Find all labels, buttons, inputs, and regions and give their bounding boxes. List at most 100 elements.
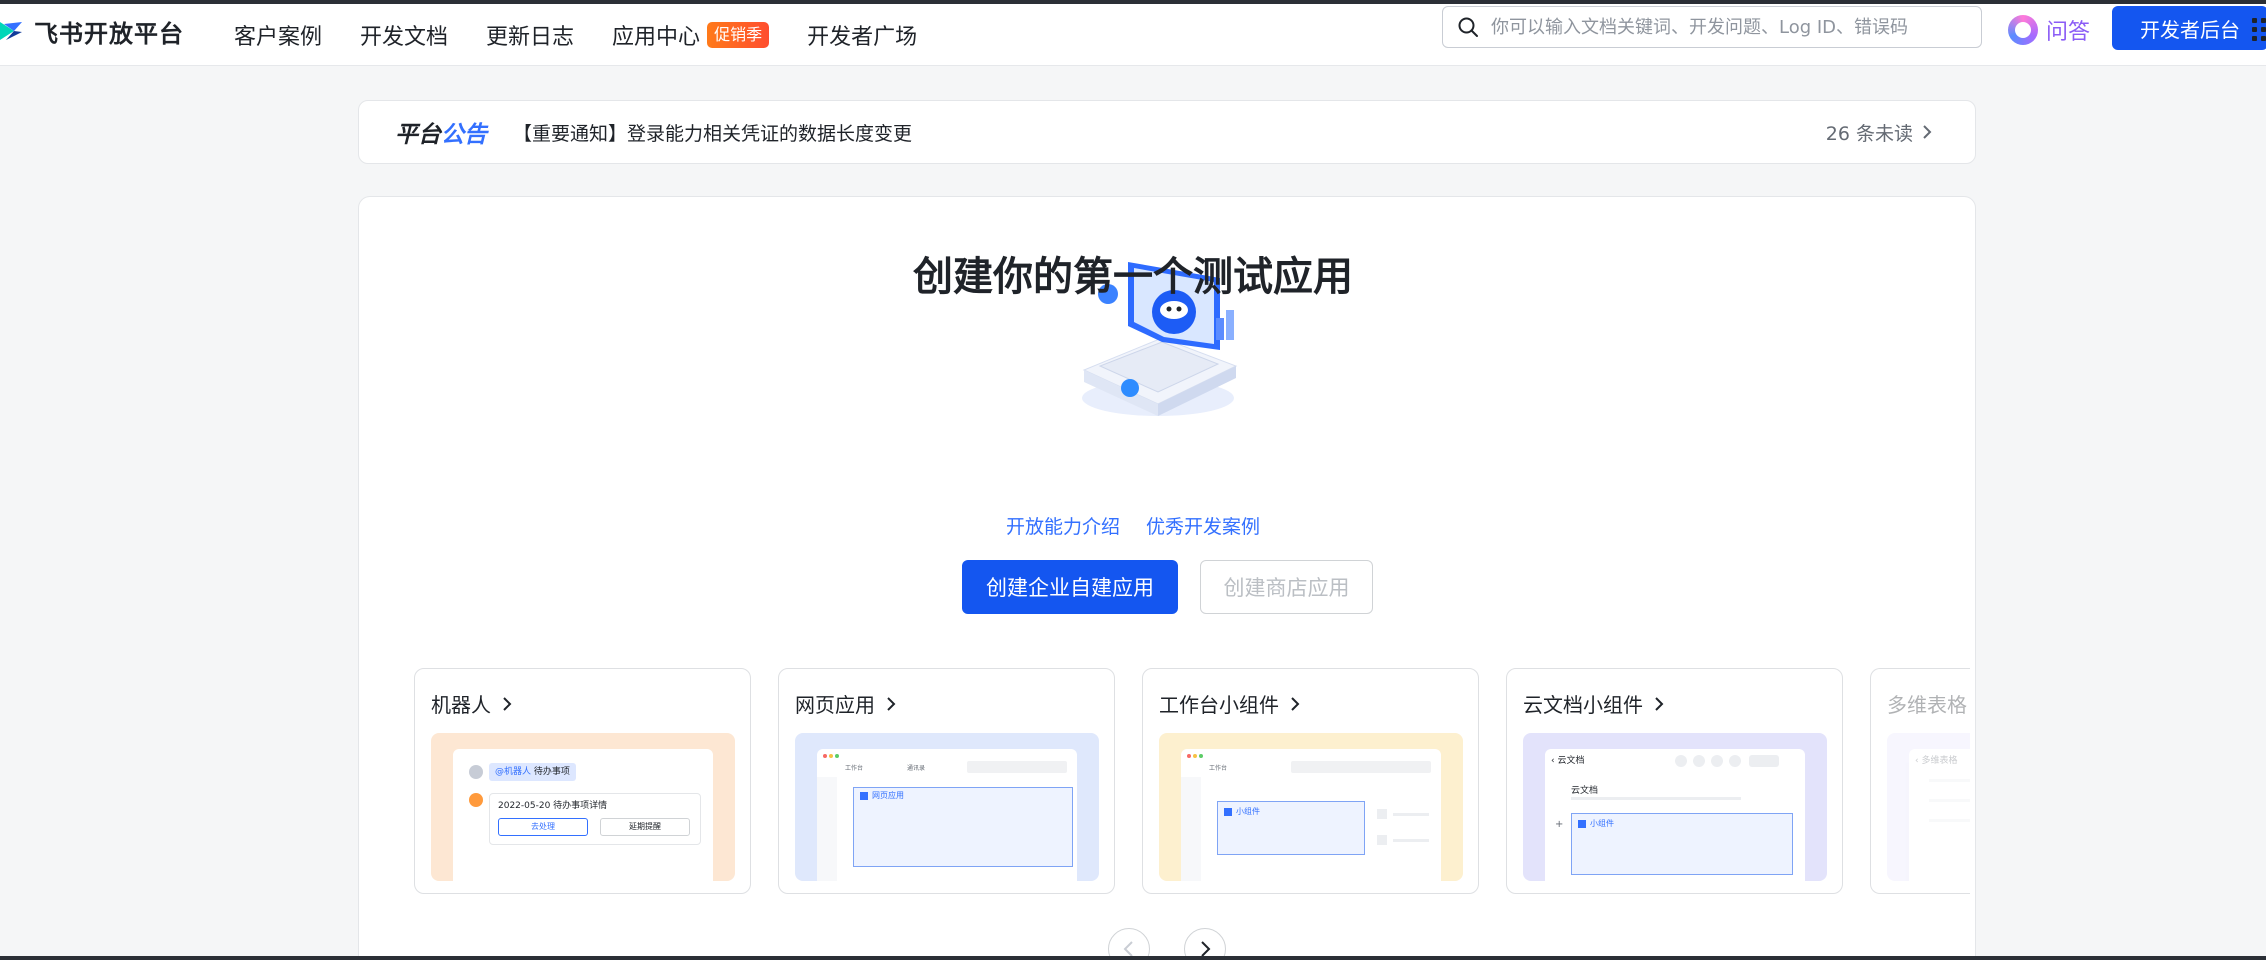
chevron-right-icon [1291, 696, 1300, 711]
mock-tab: 工作台 [845, 765, 864, 772]
mock-doc-line [1929, 799, 1970, 802]
window-dot [835, 754, 839, 758]
mock-panel-square [1224, 808, 1232, 816]
nav-label: 应用中心 [612, 25, 701, 50]
nav-changelog[interactable]: 更新日志 [486, 19, 574, 51]
widget-preview: 工作台 小组件 [1159, 733, 1463, 881]
chevron-right-icon [1655, 696, 1664, 711]
mock-doc-header-text: 多维表格 [1921, 756, 1958, 766]
bot-tag-text: 待办事项 [533, 767, 570, 777]
mock-sidebar [1181, 777, 1201, 881]
mock-sidebar [817, 777, 837, 881]
app-type-title-text: 云文档小组件 [1523, 693, 1643, 717]
mock-doc-header: ‹ 多维表格 [1915, 756, 1958, 766]
search-box[interactable] [1442, 6, 1982, 48]
open-capability-intro-link[interactable]: 开放能力介绍 [1006, 516, 1120, 538]
mock-panel: 小组件 [1217, 801, 1365, 855]
logo[interactable]: 飞书开放平台 [0, 16, 184, 48]
search-input[interactable] [1491, 16, 1961, 38]
app-type-card-web-app[interactable]: 网页应用 工作台 通讯录 网页应用 [778, 668, 1115, 894]
qa-entry[interactable]: 问答 [2008, 14, 2090, 46]
window-dot [1187, 754, 1191, 758]
mock-tab: 工作台 [1209, 765, 1228, 772]
bot-message-card: 2022-05-20 待办事项详情 去处理 延期提醒 [489, 793, 701, 845]
mock-list-line [1393, 839, 1429, 842]
developer-console-button[interactable]: 开发者后台 [2112, 6, 2266, 50]
app-type-card-bitable[interactable]: 多维表格 ‹ 多维表格 [1870, 668, 1970, 894]
hero-links: 开放能力介绍 优秀开发案例 [0, 512, 2266, 539]
mock-doc-line [1929, 779, 1970, 782]
window-dot [823, 754, 827, 758]
nav-label: 开发文档 [360, 25, 449, 50]
mock-doc-line [1571, 797, 1741, 800]
bitable-mock-window: ‹ 多维表格 [1909, 749, 1970, 881]
logo-text: 飞书开放平台 [34, 19, 184, 48]
app-type-card-workplace-widget[interactable]: 工作台小组件 工作台 小组件 [1142, 668, 1479, 894]
chevron-right-icon [887, 696, 896, 711]
mock-panel-square [860, 792, 868, 800]
window-bottom-border [0, 956, 2266, 960]
bitable-preview: ‹ 多维表格 [1887, 733, 1970, 881]
announcement-title-part: 公告 [441, 122, 487, 148]
nav-app-center[interactable]: 应用中心 促销季 [612, 19, 770, 51]
announcement-title: 平台公告 [395, 115, 487, 149]
search-icon [1458, 17, 1478, 37]
create-enterprise-app-button[interactable]: 创建企业自建应用 [962, 560, 1178, 614]
mock-doc-header-text: 云文档 [1557, 756, 1585, 766]
web-app-preview: 工作台 通讯录 网页应用 [795, 733, 1099, 881]
mock-tab: 通讯录 [907, 765, 926, 772]
app-type-title-text: 机器人 [431, 693, 491, 717]
avatar [469, 765, 483, 779]
app-type-title-text: 网页应用 [795, 693, 875, 717]
promo-badge: 促销季 [707, 22, 770, 48]
app-type-card-docs-widget[interactable]: 云文档小组件 ‹ 云文档 云文档 + 小组件 [1506, 668, 1843, 894]
unread-count: 26 条未读 [1825, 122, 1913, 145]
unread-count-link[interactable]: 26 条未读 [1826, 119, 1935, 146]
announcement-bar[interactable]: 平台公告 【重要通知】登录能力相关凭证的数据长度变更 26 条未读 [358, 100, 1976, 164]
bot-avatar-icon [469, 793, 483, 807]
nav-label: 开发者广场 [807, 25, 918, 50]
mock-panel-label: 小组件 [1590, 819, 1614, 828]
create-store-app-button[interactable]: 创建商店应用 [1200, 560, 1373, 614]
bot-tag-mention: @机器人 [495, 767, 532, 777]
nav-label: 更新日志 [486, 25, 575, 50]
bot-action-button: 延期提醒 [600, 818, 690, 836]
ai-assistant-icon [2008, 15, 2038, 45]
bot-tag: @机器人 待办事项 [489, 763, 576, 781]
app-type-title-text: 多维表格 [1887, 693, 1967, 717]
mock-list-dot [1377, 835, 1387, 845]
app-type-title: 工作台小组件 [1159, 689, 1301, 718]
app-type-title: 云文档小组件 [1523, 689, 1665, 718]
web-app-mock-window: 工作台 通讯录 网页应用 [817, 749, 1077, 881]
mock-doc-line [1929, 819, 1970, 822]
mock-doc-title: 云文档 [1571, 786, 1599, 796]
window-dot [1199, 754, 1203, 758]
docs-widget-mock-window: ‹ 云文档 云文档 + 小组件 [1545, 749, 1805, 881]
mock-toolbar-pill [1749, 755, 1779, 767]
nav-dev-docs[interactable]: 开发文档 [360, 19, 448, 51]
feishu-logo-icon [0, 20, 24, 42]
app-type-title: 网页应用 [795, 689, 897, 718]
mock-search [967, 761, 1067, 773]
app-type-title: 多维表格 [1887, 689, 1967, 718]
mock-list-line [1393, 813, 1429, 816]
mock-doc-header: ‹ 云文档 [1551, 756, 1585, 766]
announcement-text[interactable]: 【重要通知】登录能力相关凭证的数据长度变更 [513, 119, 912, 146]
mock-list-dot [1377, 809, 1387, 819]
app-type-title-text: 工作台小组件 [1159, 693, 1279, 717]
mock-toolbar-dot [1675, 755, 1687, 767]
nav-developer-square[interactable]: 开发者广场 [807, 19, 917, 51]
bot-action-button: 去处理 [498, 818, 588, 836]
nav-customer-cases[interactable]: 客户案例 [234, 19, 322, 51]
mock-search [1291, 761, 1431, 773]
chevron-right-icon [1923, 125, 1932, 139]
mock-toolbar-dot [1729, 755, 1741, 767]
app-type-card-bot[interactable]: 机器人 @机器人 待办事项 2022-05-20 待办事项详情 去处理 延期提醒 [414, 668, 751, 894]
mock-panel-label: 小组件 [1236, 807, 1260, 816]
mock-panel: 网页应用 [853, 787, 1073, 867]
qa-label: 问答 [2046, 20, 2091, 45]
top-header: 飞书开放平台 客户案例 开发文档 更新日志 应用中心 促销季 开发者广场 问答 … [0, 4, 2266, 66]
bot-mock-window: @机器人 待办事项 2022-05-20 待办事项详情 去处理 延期提醒 [453, 749, 713, 881]
dev-cases-link[interactable]: 优秀开发案例 [1146, 516, 1260, 538]
app-grid-icon[interactable] [2252, 18, 2266, 42]
